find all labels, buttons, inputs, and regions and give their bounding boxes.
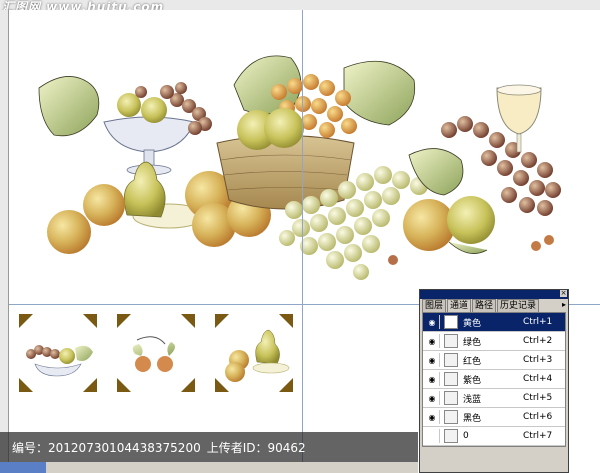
channel-name: 黑色	[463, 413, 482, 424]
id-value: 20120730104438375200	[48, 441, 201, 455]
image-caption-bar: 编号：20120730104438375200 上传者ID：90462	[0, 432, 418, 462]
tile-pears-apples	[213, 312, 295, 394]
cherries-thumbnail	[117, 314, 195, 392]
palette-tabs: 图层 通道 路径 历史记录 ▸	[420, 299, 568, 312]
channel-row[interactable]: ◉ 红色 Ctrl+3	[423, 351, 565, 370]
channel-thumbnail	[444, 391, 458, 405]
channel-row[interactable]: ◉ 紫色 Ctrl+4	[423, 370, 565, 389]
channel-name: 红色	[463, 356, 482, 367]
fruit-still-life-illustration	[38, 55, 561, 280]
channel-row[interactable]: ◉ 黄色 Ctrl+1	[423, 313, 565, 332]
start-area[interactable]	[0, 462, 46, 473]
channel-shortcut: Ctrl+4	[523, 374, 553, 384]
channel-thumbnail	[444, 353, 458, 367]
pears-apples-thumbnail	[215, 314, 293, 392]
visibility-eye-icon[interactable]: ◉	[425, 315, 440, 329]
channel-thumbnail	[444, 334, 458, 348]
channel-row[interactable]: ◉ 浅蓝 Ctrl+5	[423, 389, 565, 408]
visibility-eye-icon[interactable]: ◉	[425, 334, 440, 348]
channel-thumbnail	[444, 410, 458, 424]
channel-row[interactable]: 0 Ctrl+7	[423, 427, 565, 446]
channel-shortcut: Ctrl+2	[523, 336, 553, 346]
channel-thumbnail	[444, 372, 458, 386]
channel-shortcut: Ctrl+7	[523, 431, 553, 441]
visibility-eye-icon[interactable]: ◉	[425, 410, 440, 424]
visibility-eye-icon[interactable]: ◉	[425, 391, 440, 405]
palette-menu-icon[interactable]: ▸	[562, 300, 566, 309]
vertical-ruler	[0, 10, 9, 473]
visibility-eye-icon[interactable]	[425, 429, 440, 443]
tab-channels[interactable]: 通道	[447, 299, 472, 312]
tab-history[interactable]: 历史记录	[497, 299, 540, 312]
tile-grapes-bowl	[17, 312, 99, 394]
palette-title-bar[interactable]: ×	[420, 290, 568, 299]
tab-paths[interactable]: 路径	[472, 299, 497, 312]
taskbar	[0, 462, 418, 473]
channel-shortcut: Ctrl+6	[523, 412, 553, 422]
channel-name: 紫色	[463, 375, 482, 386]
channel-name: 0	[463, 431, 469, 441]
channel-thumbnail	[444, 315, 458, 329]
channel-name: 黄色	[463, 318, 482, 329]
visibility-eye-icon[interactable]: ◉	[425, 353, 440, 367]
channel-name: 绿色	[463, 337, 482, 348]
uploader-value: 90462	[267, 441, 306, 455]
channel-name: 浅蓝	[463, 394, 482, 405]
close-icon[interactable]: ×	[560, 290, 567, 297]
tab-layers[interactable]: 图层	[422, 299, 447, 312]
vertical-guide-line[interactable]	[302, 10, 303, 473]
channel-shortcut: Ctrl+1	[523, 317, 553, 327]
id-label: 编号：	[12, 441, 49, 455]
visibility-eye-icon[interactable]: ◉	[425, 372, 440, 386]
channel-shortcut: Ctrl+5	[523, 393, 553, 403]
grapes-bowl-thumbnail	[19, 314, 97, 392]
channels-palette: × 图层 通道 路径 历史记录 ▸ ◉ 黄色 Ctrl+1 ◉ 绿色 Ctrl+2 ◉ 红色 C…	[419, 289, 569, 473]
caption-text: 编号：20120730104438375200 上传者ID：90462	[12, 439, 306, 456]
uploader-label: 上传者ID：	[206, 441, 268, 455]
channel-shortcut: Ctrl+3	[523, 355, 553, 365]
tile-cherries	[115, 312, 197, 394]
channel-list: ◉ 黄色 Ctrl+1 ◉ 绿色 Ctrl+2 ◉ 红色 Ctrl+3 ◉ 紫色 Ctrl+4 ◉ 浅蓝 C…	[422, 312, 566, 447]
channel-row[interactable]: ◉ 绿色 Ctrl+2	[423, 332, 565, 351]
channel-row[interactable]: ◉ 黑色 Ctrl+6	[423, 408, 565, 427]
channel-thumbnail	[444, 429, 458, 443]
